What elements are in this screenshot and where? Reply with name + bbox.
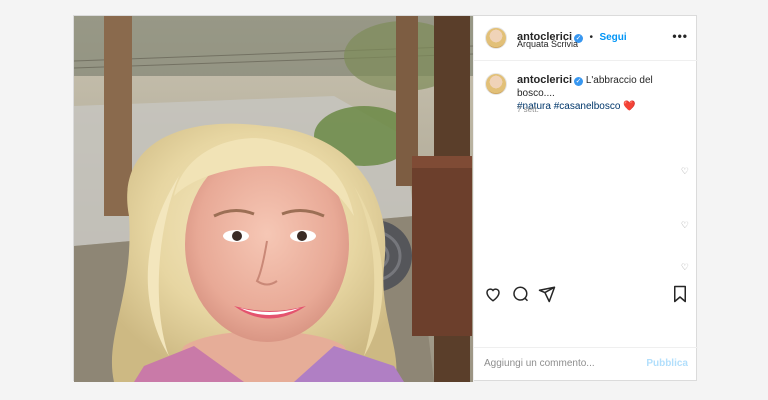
bookmark-icon[interactable] [672, 285, 688, 308]
location-link[interactable]: Arquata Scrivia [517, 39, 578, 49]
post-caption: antoclerici ✓ L'abbraccio del bosco.... #… [517, 74, 693, 113]
header-separator-dot: • [589, 32, 593, 43]
verified-badge-icon: ✓ [574, 77, 584, 86]
red-heart-emoji: ❤️ [623, 101, 636, 112]
hashtag-link[interactable]: #casanelbosco [554, 101, 621, 112]
comment-bar: Pubblica [474, 347, 698, 382]
more-options-icon[interactable]: ••• [672, 29, 688, 43]
comment-date: 7 sett. [517, 105, 539, 114]
caption-username[interactable]: antoclerici [517, 74, 572, 86]
action-bar [474, 280, 698, 310]
comment-like-heart-icon[interactable]: ♡ [681, 166, 689, 177]
caption-avatar[interactable] [485, 73, 507, 95]
publish-button[interactable]: Pubblica [646, 358, 688, 369]
follow-button[interactable]: Segui [599, 32, 626, 43]
comment-like-heart-icon[interactable]: ♡ [681, 262, 689, 273]
instagram-post: antoclerici ✓ • Segui Arquata Scrivia •••… [73, 15, 698, 382]
comment-input[interactable] [484, 358, 634, 369]
post-sidebar: antoclerici ✓ • Segui Arquata Scrivia •••… [473, 16, 698, 382]
heart-icon[interactable] [484, 285, 502, 308]
comment-like-heart-icon[interactable]: ♡ [681, 220, 689, 231]
avatar[interactable] [485, 27, 507, 49]
comment-icon[interactable] [511, 285, 529, 308]
post-video[interactable] [74, 16, 473, 382]
send-icon[interactable] [538, 285, 556, 308]
selfie-photo [74, 16, 473, 382]
post-header: antoclerici ✓ • Segui Arquata Scrivia ••• [474, 16, 698, 61]
